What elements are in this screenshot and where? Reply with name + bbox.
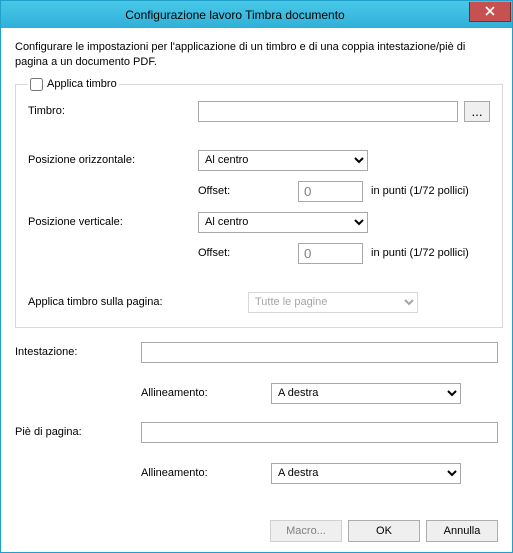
- browse-stamp-button[interactable]: ...: [464, 101, 490, 122]
- stamp-page-select: Tutte le pagine: [248, 292, 418, 313]
- footer-align-select[interactable]: A destra: [271, 463, 461, 484]
- stamp-group-legend: Applica timbro: [28, 78, 119, 91]
- hoffset-label: Offset:: [198, 185, 298, 197]
- window-title: Configurazione lavoro Timbra documento: [1, 8, 469, 22]
- close-button[interactable]: [469, 2, 511, 22]
- header-input[interactable]: [141, 342, 498, 363]
- header-label: Intestazione:: [15, 346, 141, 358]
- description-text: Configurare le impostazioni per l'applic…: [15, 40, 498, 70]
- close-icon: [485, 6, 495, 16]
- header-align-label: Allineamento:: [141, 387, 271, 399]
- footer-label: Piè di pagina:: [15, 426, 141, 438]
- stamp-group: Applica timbro Timbro: ... Posizione ori…: [15, 78, 503, 328]
- ok-button[interactable]: OK: [348, 520, 420, 542]
- vpos-select[interactable]: Al centro: [198, 212, 368, 233]
- stamp-input[interactable]: [198, 101, 458, 122]
- cancel-button[interactable]: Annulla: [426, 520, 498, 542]
- footer-align-label: Allineamento:: [141, 467, 271, 479]
- header-align-select[interactable]: A destra: [271, 383, 461, 404]
- voffset-label: Offset:: [198, 247, 298, 259]
- macro-button: Macro...: [270, 520, 342, 542]
- title-bar: Configurazione lavoro Timbra documento: [1, 1, 512, 28]
- apply-stamp-checkbox[interactable]: [30, 78, 43, 91]
- stamp-label: Timbro:: [28, 105, 198, 117]
- footer-input[interactable]: [141, 422, 498, 443]
- apply-stamp-label: Applica timbro: [47, 78, 117, 90]
- hoffset-unit: in punti (1/72 pollici): [371, 185, 469, 197]
- stamp-page-label: Applica timbro sulla pagina:: [28, 296, 248, 308]
- voffset-unit: in punti (1/72 pollici): [371, 247, 469, 259]
- vpos-label: Posizione verticale:: [28, 216, 198, 228]
- hoffset-input[interactable]: [298, 181, 363, 202]
- hpos-label: Posizione orizzontale:: [28, 154, 198, 166]
- hpos-select[interactable]: Al centro: [198, 150, 368, 171]
- voffset-input[interactable]: [298, 243, 363, 264]
